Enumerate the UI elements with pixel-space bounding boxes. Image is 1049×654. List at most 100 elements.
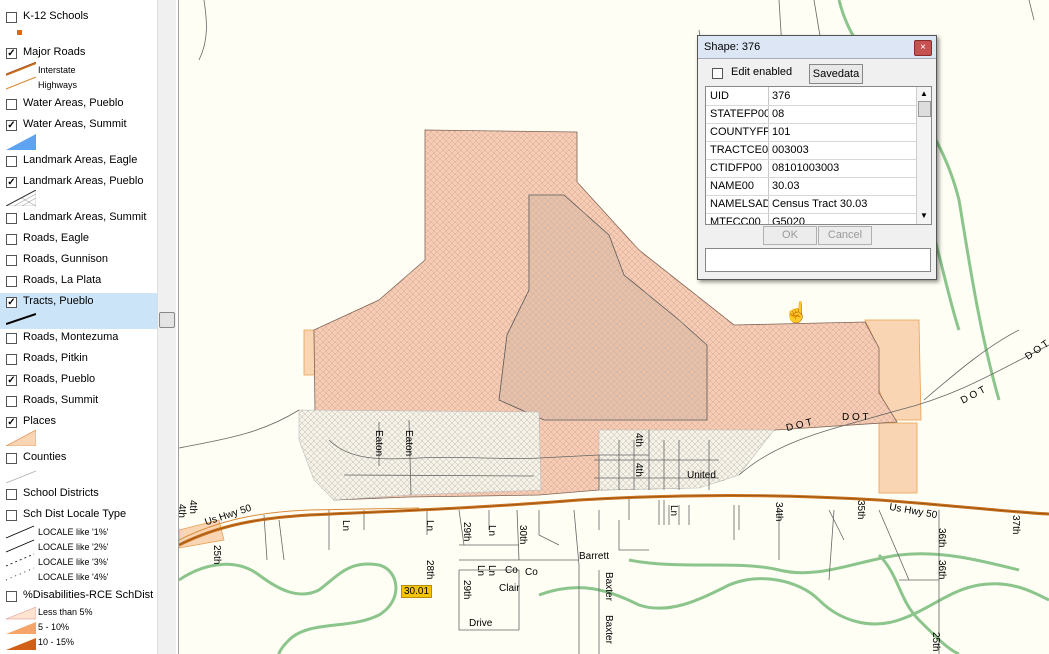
layer-name: Roads, Pueblo (23, 373, 96, 385)
field-value[interactable]: 30.03 (772, 180, 800, 192)
layer-row[interactable]: ✓ Roads, Pueblo (0, 371, 157, 389)
layer-row[interactable]: ✓ Major Roads (0, 44, 157, 62)
layer-checkbox[interactable] (6, 12, 17, 23)
layer-name: Places (23, 415, 57, 427)
attribute-row[interactable]: STATEFP00 08 (706, 105, 916, 124)
grid-scroll-thumb[interactable] (918, 101, 931, 117)
fourth-label-3: 4th (179, 504, 187, 518)
layer-name: Roads, Montezuma (23, 331, 119, 343)
baxter-label-2: Baxter (603, 615, 614, 644)
layer-row[interactable]: Water Areas, Pueblo (0, 95, 157, 113)
layer-checkbox[interactable] (6, 99, 17, 110)
layer-row[interactable]: ✓ Landmark Areas, Pueblo (0, 173, 157, 191)
layer-checkbox[interactable] (6, 489, 17, 500)
layer-row[interactable]: %Disabilities-RCE SchDist (0, 587, 157, 605)
savedata-button[interactable]: Savedata (809, 64, 863, 84)
dot-label-2: D O T (842, 412, 869, 423)
drive-label: Drive (469, 618, 493, 629)
layer-checkbox[interactable] (6, 354, 17, 365)
tract-symbol-icon (6, 313, 36, 325)
legend-panel: K-12 Schools ✓ Major Roads Water Areas, Pue… (0, 0, 179, 654)
attribute-row[interactable]: MTFCC00 G5020 (706, 213, 916, 225)
attribute-grid[interactable]: UID 376 STATEFP00 08 COUNTYFP00 101 TRACTCE00 0… (705, 86, 932, 225)
layer-name: Water Areas, Summit (23, 118, 127, 130)
layer-checkbox[interactable] (6, 276, 17, 287)
attribute-row[interactable]: UID 376 (706, 87, 916, 106)
highways-label: Highways (38, 80, 78, 90)
ok-button[interactable]: OK (763, 226, 817, 245)
layer-row[interactable]: Roads, Eagle (0, 230, 157, 248)
field-value[interactable]: G5020 (772, 216, 805, 224)
eaton-label-1: Eaton (373, 430, 384, 457)
attribute-row[interactable]: NAME00 30.03 (706, 177, 916, 196)
t30-label: 30th (517, 525, 528, 545)
scroll-up-icon[interactable]: ▲ (920, 89, 928, 98)
field-name: MTFCC00 (710, 216, 761, 225)
layer-checkbox[interactable] (6, 453, 17, 464)
layer-row[interactable]: K-12 Schools (0, 8, 157, 26)
legend-scroll-thumb[interactable] (159, 312, 175, 328)
barrett-label: Barrett (579, 551, 610, 562)
layer-name: Landmark Areas, Summit (23, 211, 147, 223)
t37-label: 37th (1010, 515, 1021, 535)
layer-checkbox[interactable] (6, 213, 17, 224)
layer-row[interactable]: ✓ Places (0, 413, 157, 431)
layer-name: School Districts (23, 487, 99, 499)
t29b-label: 29th (461, 580, 472, 600)
layer-name: Landmark Areas, Eagle (23, 154, 138, 166)
layer-row[interactable]: Roads, Montezuma (0, 329, 157, 347)
hand-cursor-icon: ☝ (784, 302, 809, 324)
layer-row[interactable]: Landmark Areas, Eagle (0, 152, 157, 170)
layer-checkbox[interactable]: ✓ (6, 297, 17, 308)
layer-checkbox[interactable]: ✓ (6, 120, 17, 131)
attribute-row[interactable]: COUNTYFP00 101 (706, 123, 916, 142)
clair-label: Clair (499, 583, 520, 594)
field-value[interactable]: 08 (772, 108, 784, 120)
attribute-row[interactable]: NAMELSAD00 Census Tract 30.03 (706, 195, 916, 214)
close-icon[interactable]: × (914, 40, 932, 56)
layer-checkbox[interactable]: ✓ (6, 375, 17, 386)
layer-checkbox[interactable]: ✓ (6, 417, 17, 428)
layer-row[interactable]: Landmark Areas, Summit (0, 209, 157, 227)
layer-checkbox[interactable] (6, 396, 17, 407)
layer-name: Roads, La Plata (23, 274, 102, 286)
layer-checkbox[interactable] (6, 591, 17, 602)
field-value[interactable]: 376 (772, 90, 790, 102)
layer-row[interactable]: Roads, Gunnison (0, 251, 157, 269)
dis1-label: Less than 5% (38, 607, 93, 617)
layer-checkbox[interactable] (6, 255, 17, 266)
layer-row[interactable]: Sch Dist Locale Type (0, 506, 157, 524)
legend-scrollbar[interactable] (157, 0, 176, 654)
layer-checkbox[interactable] (6, 510, 17, 521)
locale4-label: LOCALE like '4%' (38, 572, 109, 582)
field-value[interactable]: 08101003003 (772, 162, 839, 174)
layer-checkbox[interactable]: ✓ (6, 48, 17, 59)
layer-row[interactable]: School Districts (0, 485, 157, 503)
attribute-row[interactable]: TRACTCE00 003003 (706, 141, 916, 160)
cancel-button[interactable]: Cancel (818, 226, 872, 245)
grid-scrollbar[interactable]: ▲ ▼ (916, 87, 931, 224)
layer-checkbox[interactable] (6, 156, 17, 167)
field-value[interactable]: 003003 (772, 144, 809, 156)
ln-label-1: Ln (340, 520, 351, 532)
dialog-status-field[interactable] (705, 248, 931, 272)
edit-enabled-checkbox[interactable] (712, 68, 723, 79)
layer-name: Major Roads (23, 46, 86, 58)
layer-row[interactable]: Roads, La Plata (0, 272, 157, 290)
layer-checkbox[interactable]: ✓ (6, 177, 17, 188)
scroll-down-icon[interactable]: ▼ (920, 211, 928, 220)
layer-row[interactable]: Roads, Summit (0, 392, 157, 410)
layer-row[interactable]: Roads, Pitkin (0, 350, 157, 368)
field-value[interactable]: Census Tract 30.03 (772, 198, 867, 210)
layer-row[interactable]: Counties (0, 449, 157, 467)
ln-label-5: Ln (475, 565, 486, 577)
dialog-titlebar[interactable]: Shape: 376 × (698, 36, 936, 59)
co-label-2: Co (525, 567, 538, 578)
t29a-label: 29th (461, 522, 472, 542)
field-value[interactable]: 101 (772, 126, 790, 138)
attribute-row[interactable]: CTIDFP00 08101003003 (706, 159, 916, 178)
layer-checkbox[interactable] (6, 234, 17, 245)
layer-row[interactable]: ✓ Water Areas, Summit (0, 116, 157, 134)
layer-name: Landmark Areas, Pueblo (23, 175, 144, 187)
layer-checkbox[interactable] (6, 333, 17, 344)
